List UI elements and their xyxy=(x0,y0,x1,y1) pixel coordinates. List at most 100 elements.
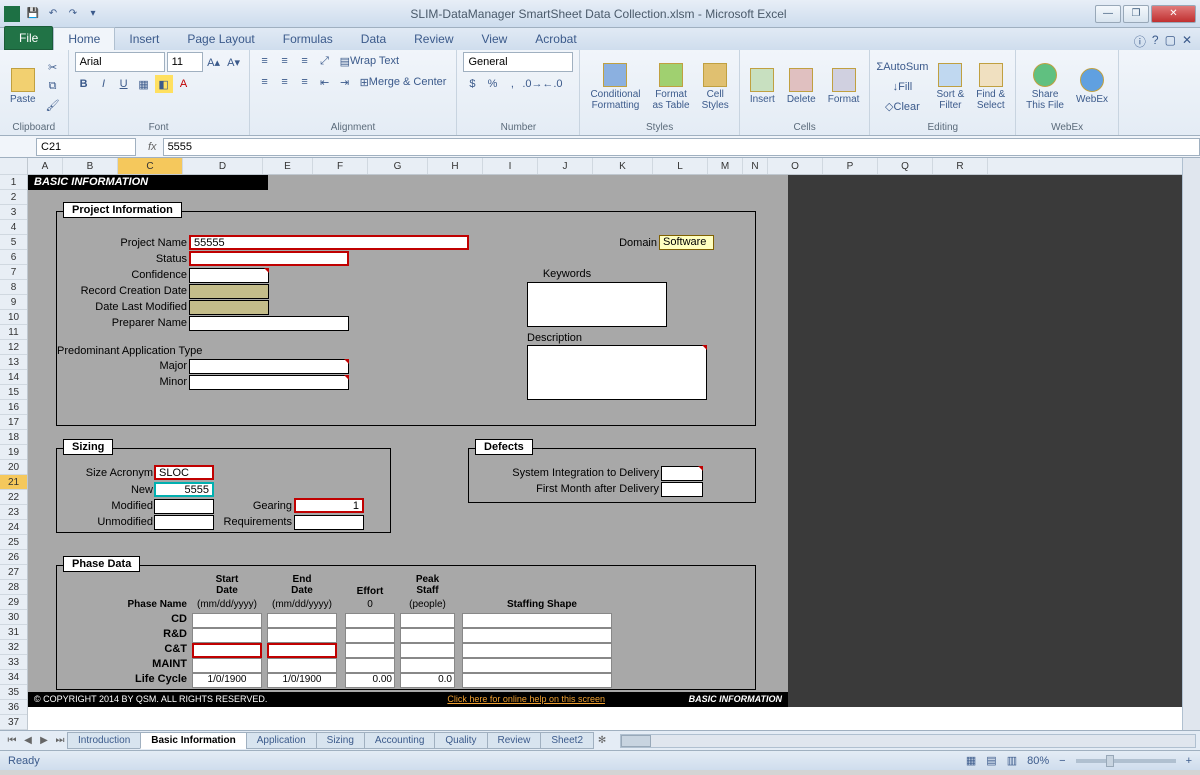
italic-button[interactable]: I xyxy=(95,75,113,93)
horizontal-scrollbar[interactable] xyxy=(620,734,1196,748)
input-description[interactable] xyxy=(527,345,707,400)
col-header-G[interactable]: G xyxy=(368,158,428,174)
row-header-4[interactable]: 4 xyxy=(0,220,27,235)
row-header-28[interactable]: 28 xyxy=(0,580,27,595)
input-first-month[interactable] xyxy=(661,482,703,497)
sheet-tab-review[interactable]: Review xyxy=(487,732,542,749)
phase-cell-C&T-4[interactable] xyxy=(462,643,612,658)
tab-view[interactable]: View xyxy=(468,28,522,50)
row-header-27[interactable]: 27 xyxy=(0,565,27,580)
phase-cell-CD-2[interactable] xyxy=(345,613,395,628)
row-header-33[interactable]: 33 xyxy=(0,655,27,670)
sheet-tab-quality[interactable]: Quality xyxy=(434,732,487,749)
row-header-17[interactable]: 17 xyxy=(0,415,27,430)
tab-home[interactable]: Home xyxy=(53,27,115,50)
conditional-formatting-button[interactable]: Conditional Formatting xyxy=(586,61,644,113)
row-header-12[interactable]: 12 xyxy=(0,340,27,355)
sheet-tab-basic-information[interactable]: Basic Information xyxy=(140,732,246,749)
row-header-29[interactable]: 29 xyxy=(0,595,27,610)
input-preparer[interactable] xyxy=(189,316,349,331)
row-header-1[interactable]: 1 xyxy=(0,175,27,190)
fill-color-button[interactable]: ◧ xyxy=(155,75,173,93)
col-header-R[interactable]: R xyxy=(933,158,988,174)
col-header-C[interactable]: C xyxy=(118,158,183,174)
number-format-combo[interactable]: General xyxy=(463,52,573,72)
minimize-ribbon-icon[interactable]: ⓘ xyxy=(1134,33,1146,50)
increase-decimal-icon[interactable]: .0→ xyxy=(523,75,541,93)
phase-cell-R&D-1[interactable] xyxy=(267,628,337,643)
tab-insert[interactable]: Insert xyxy=(115,28,173,50)
row-header-23[interactable]: 23 xyxy=(0,505,27,520)
input-modified[interactable] xyxy=(154,499,214,514)
share-file-button[interactable]: Share This File xyxy=(1022,61,1068,113)
col-header-P[interactable]: P xyxy=(823,158,878,174)
row-header-37[interactable]: 37 xyxy=(0,715,27,730)
underline-button[interactable]: U xyxy=(115,75,133,93)
zoom-out-button[interactable]: − xyxy=(1059,755,1065,767)
tab-review[interactable]: Review xyxy=(400,28,467,50)
increase-font-icon[interactable]: A▴ xyxy=(205,53,223,71)
worksheet[interactable]: BASIC INFORMATION Project Information Pr… xyxy=(28,175,788,707)
phase-cell-CD-0[interactable] xyxy=(192,613,262,628)
row-header-10[interactable]: 10 xyxy=(0,310,27,325)
sheet-tab-introduction[interactable]: Introduction xyxy=(67,732,141,749)
decrease-decimal-icon[interactable]: ←.0 xyxy=(543,75,561,93)
sheet-nav-prev[interactable]: ◀ xyxy=(20,735,36,746)
phase-cell-C&T-1[interactable] xyxy=(267,643,337,658)
tab-formulas[interactable]: Formulas xyxy=(269,28,347,50)
phase-cell-R&D-4[interactable] xyxy=(462,628,612,643)
align-center-icon[interactable]: ≡ xyxy=(276,73,294,91)
col-header-F[interactable]: F xyxy=(313,158,368,174)
insert-cells-button[interactable]: Insert xyxy=(746,66,779,107)
merge-center-button[interactable]: ⊞ Merge & Center xyxy=(356,73,451,91)
input-new[interactable]: 5555 xyxy=(154,482,214,497)
new-sheet-button[interactable]: ✻ xyxy=(594,735,610,746)
col-header-L[interactable]: L xyxy=(653,158,708,174)
input-major[interactable] xyxy=(189,359,349,374)
col-header-A[interactable]: A xyxy=(28,158,63,174)
phase-cell-C&T-3[interactable] xyxy=(400,643,455,658)
input-domain[interactable]: Software xyxy=(659,235,714,250)
phase-cell-MAINT-0[interactable] xyxy=(192,658,262,673)
sheet-tab-sizing[interactable]: Sizing xyxy=(316,732,365,749)
col-header-E[interactable]: E xyxy=(263,158,313,174)
row-header-21[interactable]: 21 xyxy=(0,475,27,490)
phase-cell-MAINT-2[interactable] xyxy=(345,658,395,673)
fill-button[interactable]: ↓ Fill xyxy=(876,78,928,96)
increase-indent-icon[interactable]: ⇥ xyxy=(336,73,354,91)
col-header-O[interactable]: O xyxy=(768,158,823,174)
formula-input[interactable] xyxy=(163,138,1200,156)
col-header-N[interactable]: N xyxy=(743,158,768,174)
fx-icon[interactable]: fx xyxy=(142,141,163,153)
col-header-Q[interactable]: Q xyxy=(878,158,933,174)
save-icon[interactable]: 💾 xyxy=(24,5,42,23)
phase-cell-R&D-0[interactable] xyxy=(192,628,262,643)
bold-button[interactable]: B xyxy=(75,75,93,93)
sheet-tab-sheet2[interactable]: Sheet2 xyxy=(540,732,594,749)
sheet-nav-next[interactable]: ▶ xyxy=(36,735,52,746)
col-header-I[interactable]: I xyxy=(483,158,538,174)
input-keywords[interactable] xyxy=(527,282,667,327)
copy-button[interactable]: ⧉ xyxy=(44,78,62,96)
decrease-indent-icon[interactable]: ⇤ xyxy=(316,73,334,91)
row-header-20[interactable]: 20 xyxy=(0,460,27,475)
main-grid[interactable]: ABCDEFGHIJKLMNOPQR BASIC INFORMATION Pro… xyxy=(28,158,1182,730)
phase-cell-CD-4[interactable] xyxy=(462,613,612,628)
redo-icon[interactable]: ↷ xyxy=(64,5,82,23)
sheet-tab-application[interactable]: Application xyxy=(246,732,317,749)
tab-acrobat[interactable]: Acrobat xyxy=(521,28,590,50)
tab-data[interactable]: Data xyxy=(347,28,400,50)
help-icon[interactable]: ? xyxy=(1152,33,1159,50)
input-record-creation[interactable] xyxy=(189,284,269,299)
row-header-14[interactable]: 14 xyxy=(0,370,27,385)
sort-filter-button[interactable]: Sort & Filter xyxy=(932,61,968,113)
zoom-slider[interactable] xyxy=(1076,759,1176,763)
row-header-32[interactable]: 32 xyxy=(0,640,27,655)
file-tab[interactable]: File xyxy=(4,26,53,50)
phase-cell-MAINT-1[interactable] xyxy=(267,658,337,673)
window-close-icon[interactable]: ✕ xyxy=(1182,33,1192,50)
col-header-B[interactable]: B xyxy=(63,158,118,174)
comma-icon[interactable]: , xyxy=(503,75,521,93)
percent-icon[interactable]: % xyxy=(483,75,501,93)
col-header-H[interactable]: H xyxy=(428,158,483,174)
